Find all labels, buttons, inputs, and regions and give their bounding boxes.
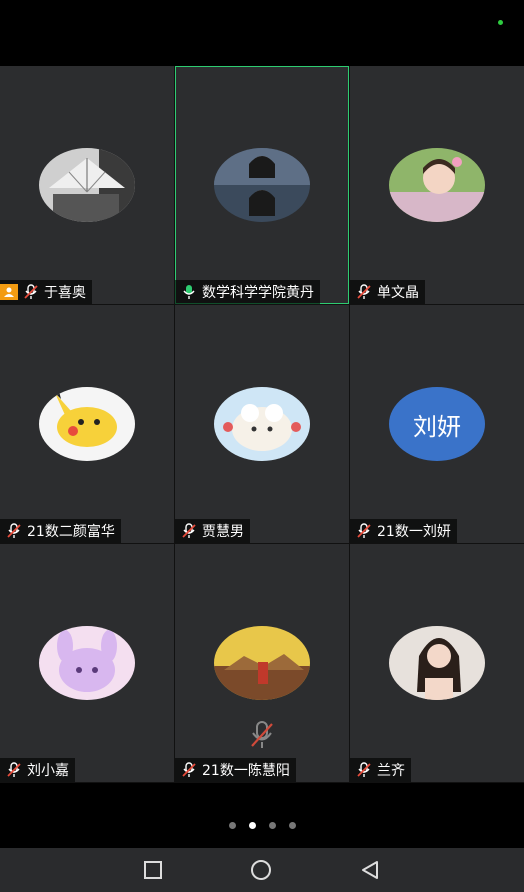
participant-tile[interactable]: 刘小嘉	[0, 544, 174, 782]
name-tag: 兰齐	[350, 758, 411, 782]
participant-avatar	[214, 626, 310, 700]
mic-muted-icon	[5, 522, 23, 540]
recent-apps-square-icon[interactable]	[142, 859, 164, 881]
participant-tile[interactable]: 21数一陈慧阳	[175, 544, 349, 782]
participant-tile-active-speaker[interactable]: 数学科学学院黄丹	[175, 66, 349, 304]
mic-muted-icon	[355, 522, 373, 540]
mic-muted-icon	[180, 761, 198, 779]
name-tag: 21数一刘妍	[350, 519, 457, 543]
participant-name: 21数一陈慧阳	[202, 763, 290, 779]
participant-name: 21数一刘妍	[377, 524, 451, 540]
host-icon	[0, 284, 18, 300]
participant-tile[interactable]: 于喜奥	[0, 66, 174, 304]
system-nav-bar	[0, 848, 524, 892]
participant-avatar	[39, 387, 135, 461]
participant-avatar	[389, 148, 485, 222]
page-dot-active[interactable]	[248, 822, 256, 829]
name-tag: 21数二颜富华	[0, 519, 121, 543]
participant-tile[interactable]: 刘妍 21数一刘妍	[350, 305, 524, 543]
pagination-dots[interactable]	[0, 822, 524, 834]
name-tag: 刘小嘉	[0, 758, 75, 782]
participant-name: 21数二颜富华	[27, 524, 115, 540]
mic-muted-icon	[5, 761, 23, 779]
participant-avatar	[39, 148, 135, 222]
home-circle-icon[interactable]	[250, 859, 272, 881]
participant-name: 刘小嘉	[27, 763, 69, 779]
participant-name: 单文晶	[377, 285, 419, 301]
participant-tile[interactable]: 兰齐	[350, 544, 524, 782]
participant-name: 于喜奥	[44, 285, 86, 301]
mic-muted-icon	[355, 761, 373, 779]
mic-active-icon	[180, 283, 198, 301]
participant-name: 贾慧男	[202, 524, 244, 540]
status-indicator-dot	[498, 20, 503, 25]
mic-muted-icon	[180, 522, 198, 540]
name-tag: 21数一陈慧阳	[175, 758, 296, 782]
participant-tile[interactable]: 单文晶	[350, 66, 524, 304]
participant-avatar	[39, 626, 135, 700]
participant-tile[interactable]: 贾慧男	[175, 305, 349, 543]
name-tag: 贾慧男	[175, 519, 250, 543]
name-tag: 于喜奥	[0, 280, 92, 304]
page-dot[interactable]	[268, 822, 276, 829]
name-tag: 数学科学学院黄丹	[175, 280, 320, 304]
participant-avatar	[214, 387, 310, 461]
participant-avatar-text: 刘妍	[389, 387, 485, 461]
participant-avatar	[214, 148, 310, 222]
mic-muted-icon	[355, 283, 373, 301]
participant-grid: 于喜奥 数学科学学院黄丹 单文晶 21数二颜富华 贾慧男 刘妍 21数一刘妍 刘…	[0, 66, 524, 783]
page-dot[interactable]	[288, 822, 296, 829]
back-triangle-icon[interactable]	[359, 859, 381, 881]
participant-tile[interactable]: 21数二颜富华	[0, 305, 174, 543]
mic-muted-large-icon	[248, 720, 276, 750]
page-dot[interactable]	[228, 822, 236, 829]
mic-muted-icon	[22, 283, 40, 301]
participant-name: 兰齐	[377, 763, 405, 779]
name-tag: 单文晶	[350, 280, 425, 304]
status-bar	[0, 0, 524, 66]
participant-avatar	[389, 626, 485, 700]
participant-name: 数学科学学院黄丹	[202, 285, 314, 301]
